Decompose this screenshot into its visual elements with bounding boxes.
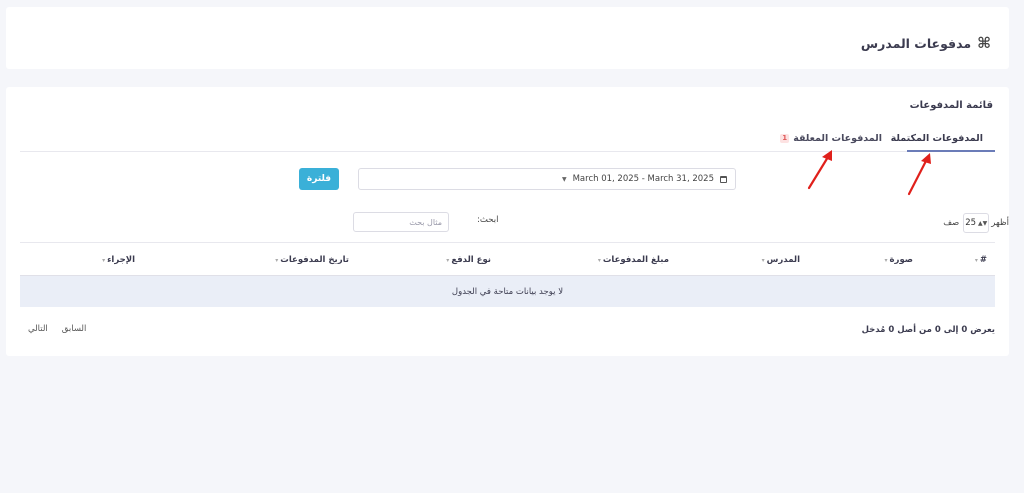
sort-icon: ▾ [446,256,450,264]
date-range-text: March 01, 2025 - March 31, 2025 [572,174,714,184]
page-title: ⌘ مدفوعات المدرس [860,34,991,52]
length-suffix: صف [943,218,960,228]
search-input[interactable] [353,212,449,232]
page-length-control: أظهر 25 ▲▼ صف [943,213,1009,233]
tab-completed-label: المدفوعات المكتملة [890,133,983,144]
column-header-amount[interactable]: مبلغ المدفوعات ▾ [598,255,669,265]
payments-table: # ▾ صورة ▾ المدرس ▾ مبلغ المدفوعات ▾ نوع… [20,242,995,307]
sort-icon: ▾ [761,256,765,264]
pending-count-badge: 1 [780,134,790,143]
payments-card: قائمة المدفوعات المدفوعات المكتملة المدف… [6,87,1009,356]
next-page-link[interactable]: التالي [28,324,48,334]
empty-table-row: لا يوجد بيانات متاحة في الجدول [20,276,995,307]
column-header-teacher[interactable]: المدرس ▾ [762,255,800,265]
date-range-picker[interactable]: ▼ March 01, 2025 - March 31, 2025 [358,168,736,190]
sort-updown-icon: ▲▼ [978,219,988,227]
tab-pending-payments[interactable]: المدفوعات المعلقة 1 [780,133,882,144]
column-header-photo[interactable]: صورة ▾ [885,255,913,265]
length-value: 25 [965,218,977,228]
sort-icon: ▾ [102,256,106,264]
sort-icon: ▾ [275,256,279,264]
column-header-payment-type[interactable]: نوع الدفع ▾ [446,255,491,265]
filter-button[interactable]: فلترة [299,168,339,190]
page-header: ⌘ مدفوعات المدرس [6,7,1009,69]
tab-completed-payments[interactable]: المدفوعات المكتملة [891,133,983,144]
sort-icon: ▾ [884,256,888,264]
search-label: ابحث: [477,215,499,225]
pagination: السابق التالي [28,324,86,334]
length-prefix: أظهر [991,218,1009,228]
command-icon: ⌘ [977,34,991,52]
table-info: يعرض 0 إلى 0 من أصل 0 مُدخل [861,325,995,335]
column-header-payment-date[interactable]: تاريخ المدفوعات ▾ [275,255,349,265]
calendar-icon [720,175,727,183]
list-title: قائمة المدفوعات [909,100,993,111]
sort-icon: ▾ [974,256,978,264]
column-header-action[interactable]: الإجراء ▾ [102,255,135,265]
tabs-divider [20,151,995,152]
page-length-select[interactable]: 25 ▲▼ [963,213,990,233]
caret-down-icon: ▼ [561,175,567,183]
active-tab-indicator [907,150,995,152]
column-header-number[interactable]: # ▾ [975,255,987,265]
sort-icon: ▾ [597,256,601,264]
page-title-text: مدفوعات المدرس [860,36,972,51]
tab-pending-label: المدفوعات المعلقة [793,133,882,144]
previous-page-link[interactable]: السابق [62,324,87,334]
table-header: # ▾ صورة ▾ المدرس ▾ مبلغ المدفوعات ▾ نوع… [20,243,995,276]
